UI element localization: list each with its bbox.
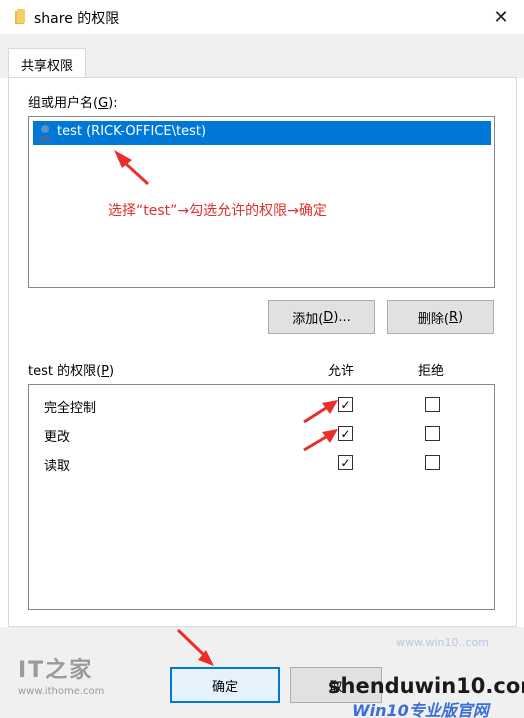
users-label: 组或用户名(G): (28, 96, 118, 111)
ithome-logo: IT之家 (18, 658, 94, 683)
deny-full-control-checkbox[interactable] (425, 397, 440, 412)
permissions-label: test 的权限(P) (28, 364, 115, 379)
close-icon: ✕ (493, 6, 509, 28)
annotation-text: 选择“test”→勾选允许的权限→确定 (108, 203, 327, 219)
ok-button[interactable]: 确定 (170, 667, 280, 703)
close-button[interactable]: ✕ (478, 0, 524, 34)
checkmark-icon: ✓ (340, 455, 351, 470)
deny-read-checkbox[interactable] (425, 455, 440, 470)
permission-name: 更改 (44, 430, 71, 445)
tab-strip: 共享权限 (0, 34, 524, 79)
ithome-watermark: IT之家 www.ithome.com (18, 652, 104, 697)
window-title: share 的权限 (34, 11, 120, 27)
deny-column-header: 拒绝 (418, 364, 445, 379)
permission-name: 读取 (44, 459, 71, 474)
allow-column-header: 允许 (328, 364, 355, 379)
user-name: test (RICK-OFFICE\test) (57, 124, 207, 139)
permissions-list: 完全控制 ✓ 更改 ✓ 读取 ✓ (28, 384, 495, 610)
watermark-faint: www.win10..com (396, 636, 489, 649)
site-watermark: shenduwin10.com (328, 674, 524, 698)
ithome-url: www.ithome.com (18, 686, 105, 697)
remove-button[interactable]: 删除(R) (387, 300, 494, 334)
title-bar: share 的权限 ✕ (0, 0, 524, 34)
tab-label: 共享权限 (20, 58, 73, 74)
allow-full-control-checkbox[interactable]: ✓ (338, 397, 353, 412)
list-item[interactable]: test (RICK-OFFICE\test) (33, 121, 491, 145)
user-icon (37, 124, 53, 146)
checkmark-icon: ✓ (340, 397, 351, 412)
checkmark-icon: ✓ (340, 426, 351, 441)
permission-name: 完全控制 (44, 401, 97, 416)
deny-change-checkbox[interactable] (425, 426, 440, 441)
allow-change-checkbox[interactable]: ✓ (338, 426, 353, 441)
tab-share-permissions[interactable]: 共享权限 (8, 48, 86, 79)
site-watermark-subtitle: Win10专业版官网 (352, 701, 489, 718)
allow-read-checkbox[interactable]: ✓ (338, 455, 353, 470)
folder-icon (14, 9, 28, 29)
add-button[interactable]: 添加(D)... (268, 300, 375, 334)
